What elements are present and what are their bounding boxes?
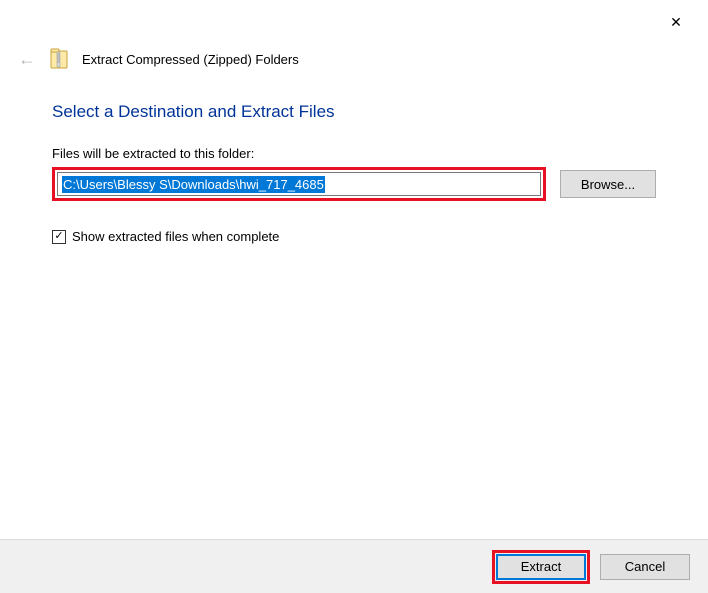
- check-icon: ✓: [54, 231, 63, 242]
- destination-row: C:\Users\Blessy S\Downloads\hwi_717_4685…: [52, 167, 656, 201]
- dialog-content: Select a Destination and Extract Files F…: [0, 78, 708, 244]
- destination-path-input[interactable]: C:\Users\Blessy S\Downloads\hwi_717_4685: [57, 172, 541, 196]
- page-heading: Select a Destination and Extract Files: [52, 102, 656, 122]
- show-files-label: Show extracted files when complete: [72, 229, 279, 244]
- back-arrow-icon: ←: [18, 49, 36, 70]
- destination-path-selected-text: C:\Users\Blessy S\Downloads\hwi_717_4685: [62, 176, 325, 193]
- show-files-checkbox[interactable]: ✓: [52, 230, 66, 244]
- close-button[interactable]: ✕: [656, 8, 696, 36]
- extract-button[interactable]: Extract: [496, 554, 586, 580]
- dialog-header: ← Extract Compressed (Zipped) Folders: [0, 40, 708, 78]
- annotation-highlight-extract: Extract: [492, 550, 590, 584]
- destination-label: Files will be extracted to this folder:: [52, 146, 656, 161]
- window-title: Extract Compressed (Zipped) Folders: [82, 52, 299, 67]
- close-icon: ✕: [670, 14, 682, 31]
- show-files-checkbox-row: ✓ Show extracted files when complete: [52, 229, 656, 244]
- zip-folder-icon: [50, 48, 68, 70]
- dialog-footer: Extract Cancel: [0, 539, 708, 593]
- cancel-button[interactable]: Cancel: [600, 554, 690, 580]
- titlebar: ✕: [0, 0, 708, 40]
- browse-button[interactable]: Browse...: [560, 170, 656, 198]
- annotation-highlight-path: C:\Users\Blessy S\Downloads\hwi_717_4685: [52, 167, 546, 201]
